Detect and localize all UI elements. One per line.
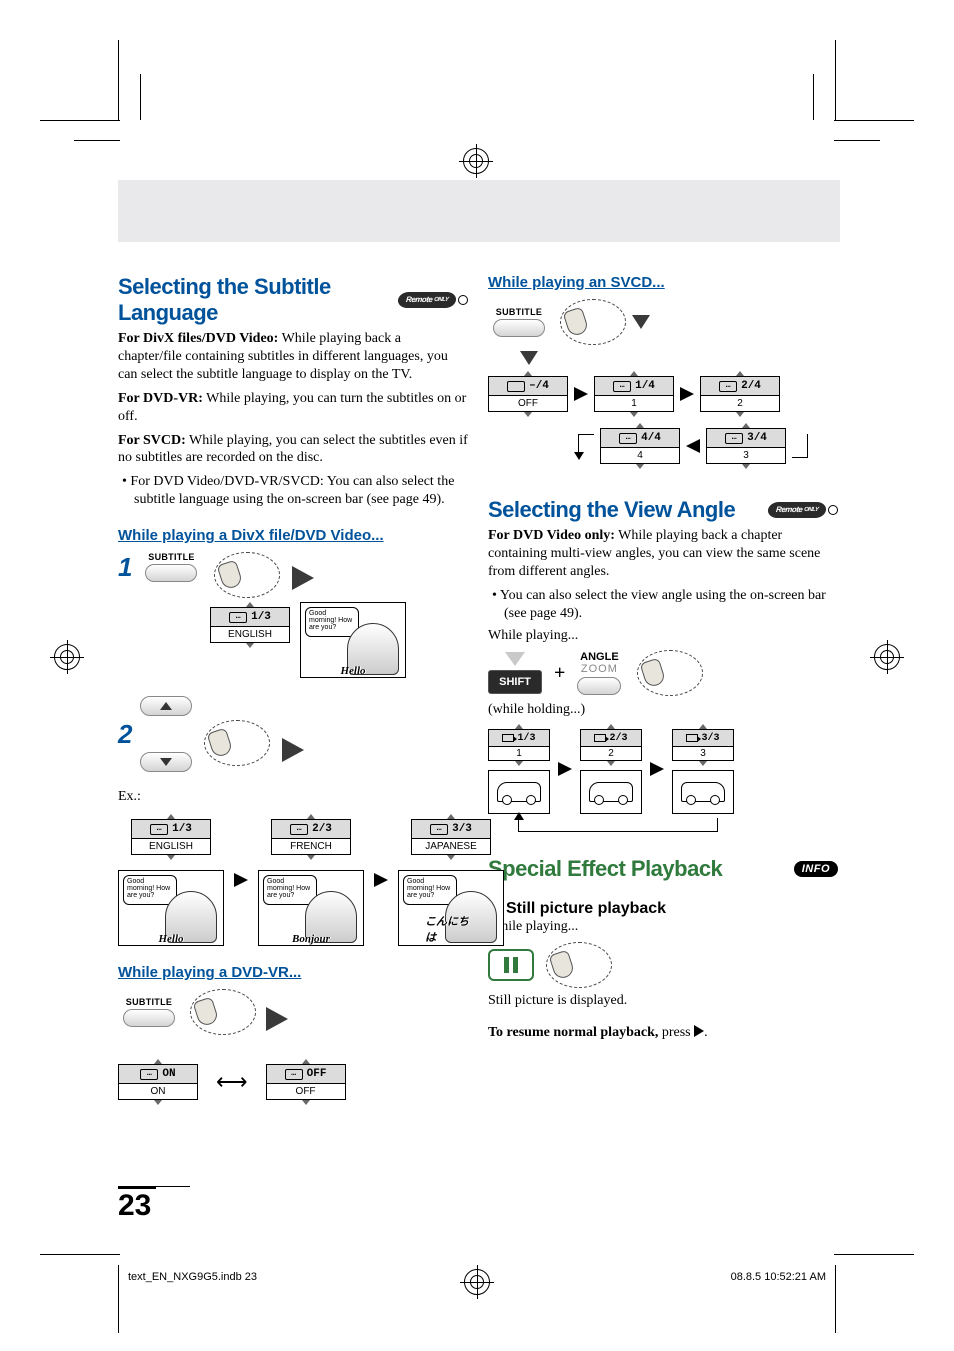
section-title-special-effect: Special Effect Playback INFO <box>488 856 838 882</box>
arrow-down-icon <box>632 315 650 329</box>
press-gesture-icon-6 <box>546 942 612 988</box>
language-example-row: 1/3 ENGLISH Good morning! How are you? H… <box>118 814 468 946</box>
title-text: Selecting the Subtitle Language <box>118 274 390 326</box>
right-column: While playing an SVCD... SUBTITLE –/4 OF… <box>488 274 838 1105</box>
double-arrow-icon: ⟷ <box>216 1071 248 1093</box>
press-gesture-icon <box>214 552 280 598</box>
dvdvr-on-off-row: ON ON ⟷ OFF OFF <box>118 1059 468 1105</box>
subtitle-button-2: SUBTITLE <box>118 997 180 1027</box>
arrow-right-icon <box>374 873 388 887</box>
while-playing-2: While playing... <box>488 918 838 936</box>
arrow-right-icon <box>558 762 572 776</box>
arrow-right-icon <box>680 387 694 401</box>
page-number: 23 <box>118 1186 190 1223</box>
shift-button: SHIFT <box>488 670 542 694</box>
subhead-divx: While playing a DivX file/DVD Video... <box>118 527 468 544</box>
left-column: Selecting the Subtitle Language Remote O… <box>118 274 468 1105</box>
header-band <box>118 180 840 242</box>
section-title-subtitle-language: Selecting the Subtitle Language Remote O… <box>118 274 468 326</box>
press-gesture-icon-4 <box>560 299 626 345</box>
registration-mark-left <box>54 644 80 670</box>
arrow-right-icon-3 <box>266 1007 288 1031</box>
still-picture-heading: Still picture playback <box>488 900 838 918</box>
info-badge: INFO <box>794 861 838 877</box>
registration-mark-right <box>874 644 900 670</box>
press-gesture-icon-3 <box>190 989 256 1035</box>
section-title-view-angle: Selecting the View Angle Remote ONLY <box>488 497 838 523</box>
angle-zoom-button: ANGLE ZOOM <box>577 651 621 695</box>
press-gesture-icon-2 <box>204 720 270 766</box>
while-playing-1: While playing... <box>488 627 838 645</box>
subhead-dvdvr: While playing a DVD-VR... <box>118 964 468 981</box>
step-1-row: 1 SUBTITLE <box>118 552 468 598</box>
para-divx: For DivX files/DVD Video: While playing … <box>118 330 468 384</box>
shift-angle-row: SHIFT + ANGLE ZOOM <box>488 650 838 696</box>
remote-only-badge: Remote ONLY <box>398 292 468 308</box>
arrow-right-icon <box>292 566 314 590</box>
arrow-right-icon-2 <box>282 738 304 762</box>
example-label: Ex.: <box>118 788 468 806</box>
arrow-right-icon <box>650 762 664 776</box>
angle-bullet: You can also select the view angle using… <box>504 587 838 623</box>
arrow-right-icon <box>234 873 248 887</box>
pause-button <box>488 949 534 981</box>
svcd-cycle-2: 4/4 4 3/4 3 <box>578 423 838 469</box>
arrow-right-icon <box>574 387 588 401</box>
still-result: Still picture is displayed. <box>488 992 838 1010</box>
para-dvdvr: For DVD-VR: While playing, you can turn … <box>118 390 468 426</box>
svcd-btn-row: SUBTITLE <box>488 299 838 345</box>
play-icon <box>694 1025 704 1037</box>
step-1-number: 1 <box>118 552 132 583</box>
arrow-left-icon <box>686 439 700 453</box>
dvdvr-btn-row: SUBTITLE <box>118 989 468 1035</box>
subhead-svcd: While playing an SVCD... <box>488 274 838 291</box>
svcd-cycle: –/4 OFF 1/4 1 <box>488 371 838 417</box>
pause-row <box>488 942 838 988</box>
press-gesture-icon-5 <box>637 650 703 696</box>
holding-note: (while holding...) <box>488 702 838 718</box>
resume-line: To resume normal playback, press . <box>488 1024 838 1042</box>
footer-timestamp: 08.8.5 10:52:21 AM <box>731 1271 826 1283</box>
scene-step1: Good morning! How are you? Hello <box>300 602 406 678</box>
step-2-row: 2 <box>118 692 468 776</box>
angle-para: For DVD Video only: While playing back a… <box>488 527 838 581</box>
footer-filename: text_EN_NXG9G5.indb 23 <box>128 1271 257 1283</box>
arrow-down-icon <box>520 351 538 365</box>
registration-mark-top <box>463 148 489 174</box>
bullet-onscreen-bar: For DVD Video/DVD-VR/SVCD: You can also … <box>134 473 468 509</box>
registration-mark-bottom <box>464 1269 490 1295</box>
remote-only-badge-2: Remote ONLY <box>768 502 838 518</box>
para-svcd: For SVCD: While playing, you can select … <box>118 432 468 468</box>
up-down-buttons <box>140 692 192 776</box>
angle-sequence: 1/3 1 2/3 2 <box>488 724 838 814</box>
step-2-number: 2 <box>118 719 132 750</box>
osd-step1: 1/3 ENGLISH <box>210 602 290 648</box>
subtitle-button: SUBTITLE <box>140 552 202 582</box>
